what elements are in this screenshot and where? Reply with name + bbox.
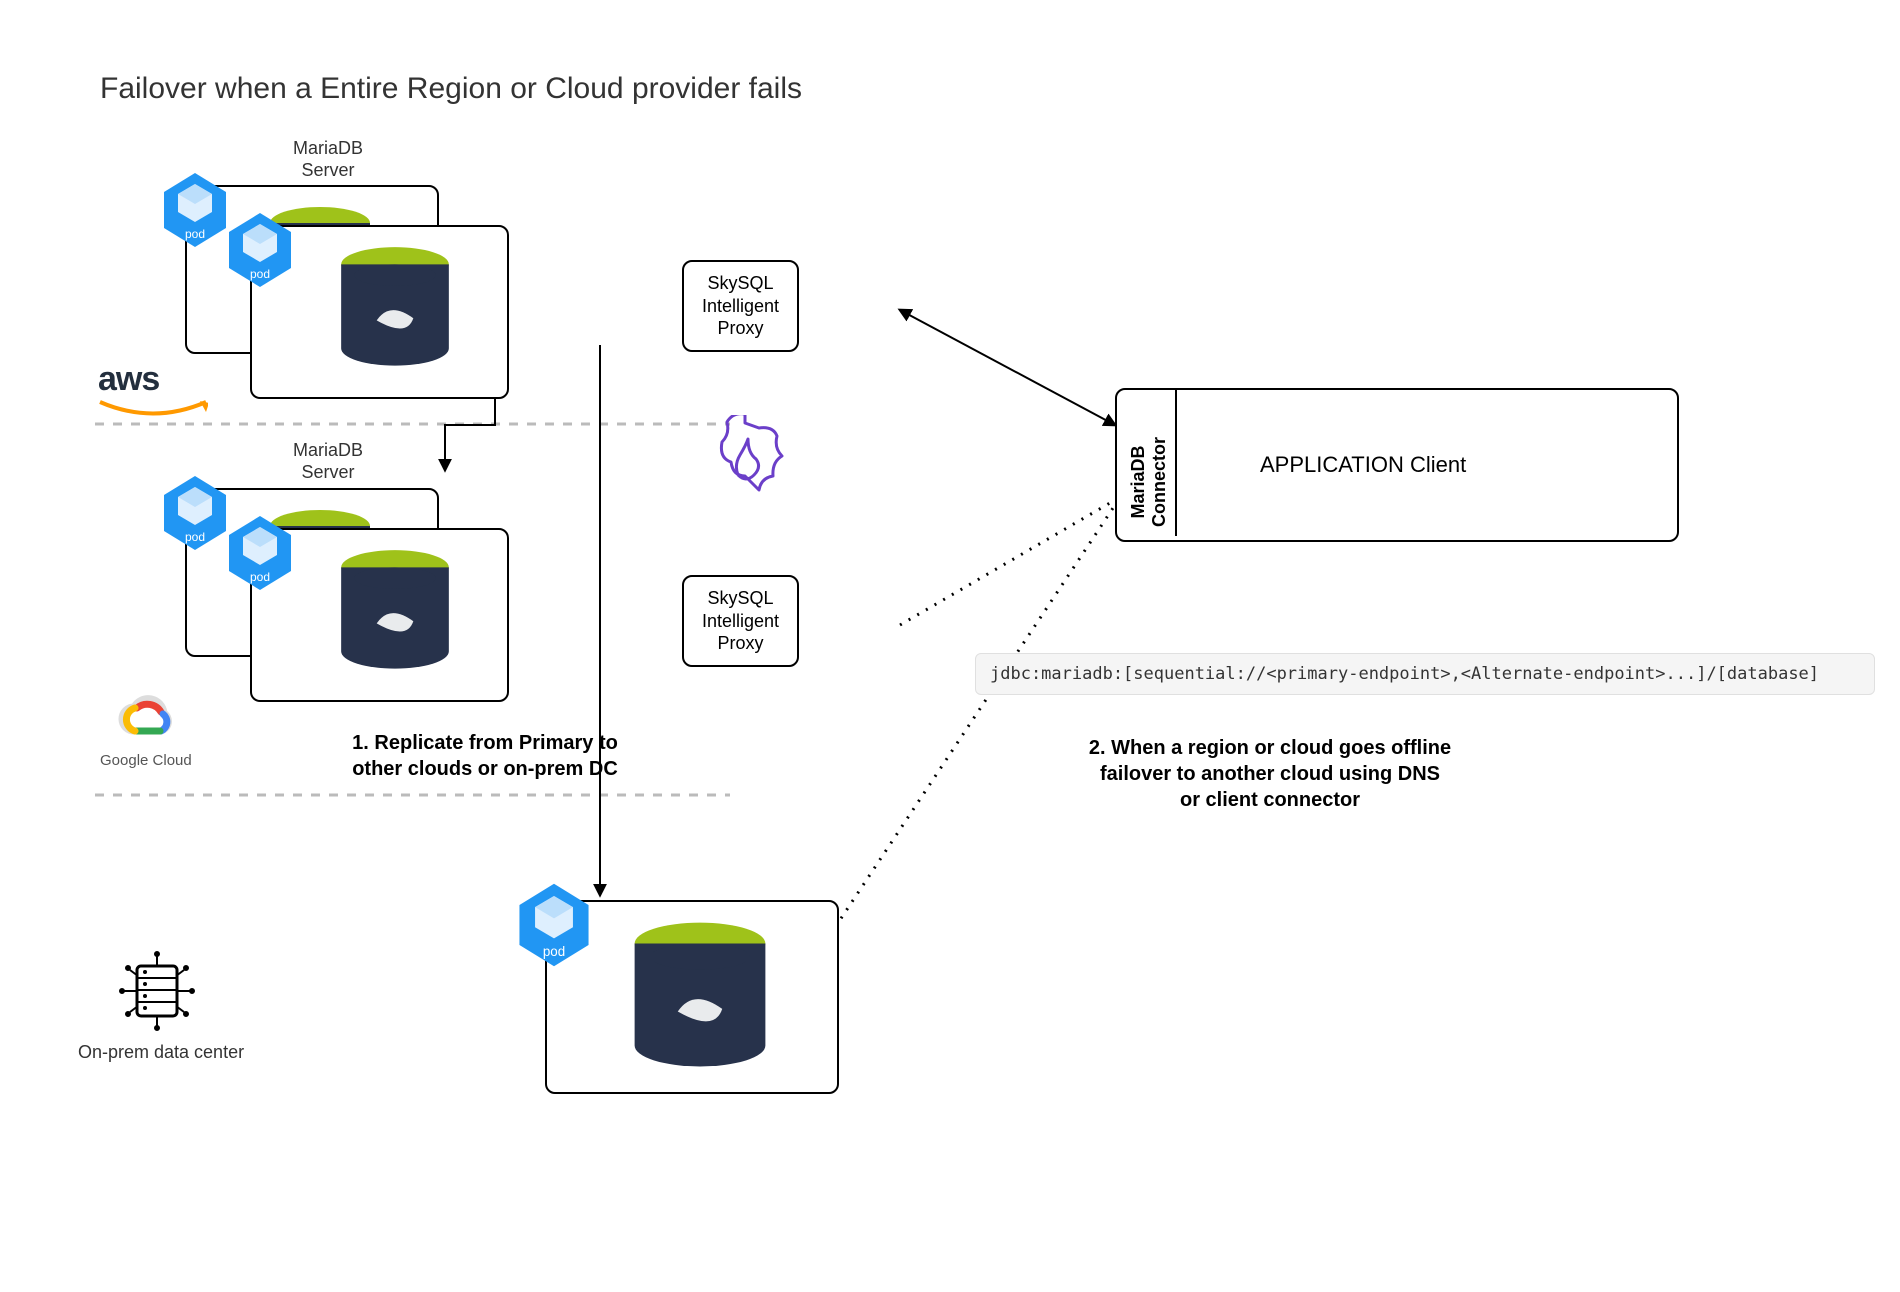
svg-text:pod: pod	[543, 944, 565, 959]
firewall-shield-icon	[705, 415, 785, 505]
svg-text:pod: pod	[250, 267, 270, 281]
svg-text:pod: pod	[185, 530, 205, 544]
caption-failover: 2. When a region or cloud goes offline f…	[1010, 735, 1530, 813]
pod-icon: pod	[515, 880, 593, 970]
svg-text:pod: pod	[250, 570, 270, 584]
skysql-proxy-box-lower: SkySQL Intelligent Proxy	[682, 575, 799, 667]
caption-replicate: 1. Replicate from Primary to other cloud…	[275, 730, 695, 782]
page-title: Failover when a Entire Region or Cloud p…	[100, 72, 802, 106]
svg-text:pod: pod	[185, 227, 205, 241]
onprem-label: On-prem data center	[78, 1042, 244, 1063]
pod-icon: pod	[225, 210, 295, 290]
pod-icon: pod	[160, 170, 230, 250]
database-icon	[335, 548, 455, 688]
onprem-datacenter-icon	[112, 948, 202, 1043]
database-icon	[625, 920, 775, 1090]
mariadb-server-label-aws: MariaDB Server	[258, 138, 398, 181]
aws-logo: aws	[98, 360, 208, 426]
application-client-label: APPLICATION Client	[1260, 452, 1466, 478]
google-cloud-logo: Google Cloud	[100, 695, 192, 769]
database-icon	[335, 245, 455, 385]
skysql-proxy-box-upper: SkySQL Intelligent Proxy	[682, 260, 799, 352]
mariadb-connector-label: MariaDB Connector	[1074, 440, 1224, 524]
pod-icon: pod	[225, 513, 295, 593]
mariadb-server-label-gcloud: MariaDB Server	[258, 440, 398, 483]
pod-icon: pod	[160, 473, 230, 553]
jdbc-connection-string: jdbc:mariadb:[sequential://<primary-endp…	[975, 653, 1875, 695]
